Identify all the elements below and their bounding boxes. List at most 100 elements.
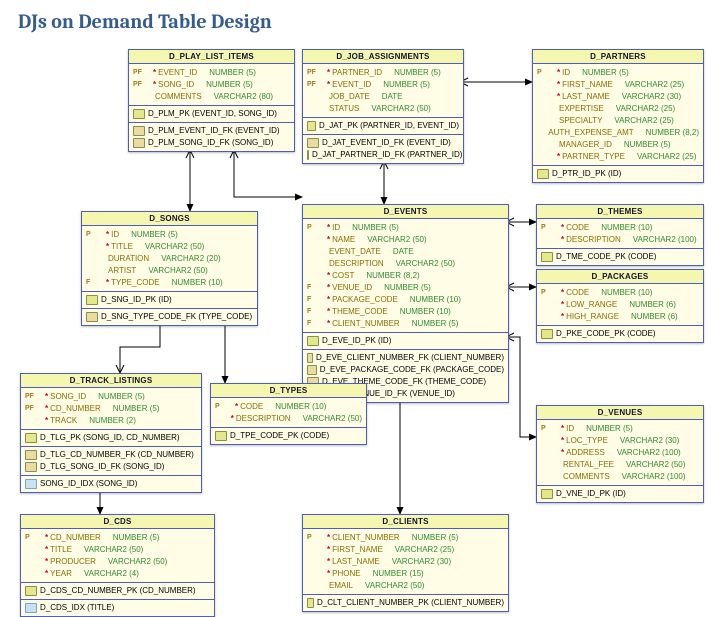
column-row: *ADDRESSVARCHAR2 (100) [541, 447, 699, 459]
column-type: NUMBER (5) [194, 79, 253, 91]
column-type: VARCHAR2 (25) [604, 103, 675, 115]
column-name: PARTNER_ID [332, 67, 382, 79]
entity-title: D_SONGS [82, 212, 257, 226]
entity-index-section: D_VNE_ID_PK (ID) [537, 485, 703, 502]
index-text: D_CDS_IDX (TITLE) [40, 602, 114, 614]
primary-key-icon [25, 586, 37, 596]
column-keys: P [541, 222, 559, 234]
column-name: ID [566, 423, 574, 435]
entity-columns: P*CD_NUMBERNUMBER (5)*TITLEVARCHAR2 (50)… [21, 529, 214, 582]
column-keys: F [307, 306, 325, 318]
required-marker: * [325, 222, 332, 234]
index-row: D_TME_CODE_PK (CODE) [541, 251, 699, 263]
entity-d-types[interactable]: D_TYPESP*CODENUMBER (10)*DESCRIPTIONVARC… [210, 383, 367, 445]
foreign-key-icon [307, 138, 319, 148]
column-keys: P [537, 67, 555, 79]
primary-key-icon [307, 598, 314, 608]
column-name: CLIENT_NUMBER [332, 532, 400, 544]
column-name: VENUE_ID [332, 282, 372, 294]
index-row: D_VNE_ID_PK (ID) [541, 488, 699, 500]
column-type: VARCHAR2 (30) [610, 91, 681, 103]
entity-title: D_EVENTS [303, 205, 508, 219]
entity-columns: P*CODENUMBER (10)*LOW_RANGENUMBER (6)*HI… [537, 284, 703, 325]
column-type: VARCHAR2 (80) [202, 91, 273, 103]
index-text: D_VNE_ID_PK (ID) [556, 488, 626, 500]
entity-d-cds[interactable]: D_CDSP*CD_NUMBERNUMBER (5)*TITLEVARCHAR2… [20, 514, 215, 617]
column-keys: PF [133, 79, 151, 91]
foreign-key-icon [133, 126, 145, 136]
column-row: P*CD_NUMBERNUMBER (5) [25, 532, 210, 544]
required-marker: * [325, 294, 332, 306]
entity-d-themes[interactable]: D_THEMESP*CODENUMBER (10)*DESCRIPTIONVAR… [536, 204, 704, 266]
column-keys: P [215, 401, 233, 413]
entity-d-play-list-items[interactable]: D_PLAY_LIST_ITEMSPF*EVENT_IDNUMBER (5)PF… [128, 49, 295, 152]
entity-d-events[interactable]: D_EVENTSP*IDNUMBER (5)*NAMEVARCHAR2 (50)… [302, 204, 509, 403]
index-text: D_SNG_ID_PK (ID) [101, 294, 172, 306]
entity-index-section: D_CDS_IDX (TITLE) [21, 599, 214, 616]
column-type: NUMBER (10) [398, 294, 461, 306]
column-type: NUMBER (5) [382, 67, 441, 79]
entity-index-section: D_JAT_PK (PARTNER_ID, EVENT_ID) [303, 117, 463, 134]
entity-d-job-assignments[interactable]: D_JOB_ASSIGNMENTSPF*PARTNER_IDNUMBER (5)… [302, 49, 464, 164]
entity-index-section: D_SNG_TYPE_CODE_FK (TYPE_CODE) [82, 308, 257, 325]
entity-d-track-listings[interactable]: D_TRACK_LISTINGSPF*SONG_IDNUMBER (5)PF*C… [20, 373, 202, 493]
entity-title: D_CDS [21, 515, 214, 529]
column-name: DESCRIPTION [566, 234, 621, 246]
column-type: NUMBER (5) [574, 423, 633, 435]
column-name: EVENT_ID [332, 79, 371, 91]
column-name: TITLE [50, 544, 72, 556]
required-marker: * [43, 403, 50, 415]
column-row: *NAMEVARCHAR2 (50) [307, 234, 504, 246]
index-text: D_TME_CODE_PK (CODE) [556, 251, 656, 263]
foreign-key-icon [25, 462, 37, 472]
column-name: LOW_RANGE [566, 299, 617, 311]
required-marker: * [555, 67, 562, 79]
required-marker: * [325, 270, 332, 282]
column-type: VARCHAR2 (50) [136, 265, 207, 277]
column-row: *TRACKNUMBER (2) [25, 415, 197, 427]
column-row: F*CLIENT_NUMBERNUMBER (5) [307, 318, 504, 330]
column-name: TYPE_CODE [111, 277, 159, 289]
entity-index-section: D_PLM_PK (EVENT_ID, SONG_ID) [129, 105, 294, 122]
column-type: VARCHAR2 (50) [614, 459, 685, 471]
column-row: PF*CD_NUMBERNUMBER (5) [25, 403, 197, 415]
index-text: D_PLM_PK (EVENT_ID, SONG_ID) [148, 108, 277, 120]
column-type: NUMBER (5) [400, 532, 459, 544]
entity-columns: P*IDNUMBER (5)*NAMEVARCHAR2 (50)EVENT_DA… [303, 219, 508, 332]
index-row: D_PLM_SONG_ID_FK (SONG_ID) [133, 137, 290, 149]
column-name: COMMENTS [563, 471, 610, 483]
column-type: VARCHAR2 (25) [383, 544, 454, 556]
column-name: CODE [566, 287, 589, 299]
required-marker: * [325, 79, 332, 91]
required-marker: * [559, 423, 566, 435]
entity-d-venues[interactable]: D_VENUESP*IDNUMBER (5)*LOC_TYPEVARCHAR2 … [536, 405, 704, 503]
primary-key-icon [307, 121, 316, 131]
column-name: EVENT_ID [158, 67, 197, 79]
entity-d-partners[interactable]: D_PARTNERSP*IDNUMBER (5)*FIRST_NAMEVARCH… [532, 49, 704, 183]
entity-d-packages[interactable]: D_PACKAGESP*CODENUMBER (10)*LOW_RANGENUM… [536, 269, 704, 343]
required-marker: * [104, 277, 111, 289]
primary-key-icon [537, 169, 549, 179]
foreign-key-icon [307, 353, 313, 363]
column-name: HIGH_RANGE [566, 311, 619, 323]
index-row: D_SNG_ID_PK (ID) [86, 294, 253, 306]
column-type: NUMBER (8,2) [634, 127, 699, 139]
index-row: D_TLG_PK (SONG_ID, CD_NUMBER) [25, 432, 197, 444]
index-text: D_TLG_SONG_ID_FK (SONG_ID) [40, 461, 164, 473]
entity-title: D_CLIENTS [303, 515, 508, 529]
entity-columns: PF*SONG_IDNUMBER (5)PF*CD_NUMBERNUMBER (… [21, 388, 201, 429]
index-row: SONG_ID_IDX (SONG_ID) [25, 478, 197, 490]
entity-d-songs[interactable]: D_SONGSP*IDNUMBER (5)*TITLEVARCHAR2 (50)… [81, 211, 258, 326]
column-row: *TITLEVARCHAR2 (50) [86, 241, 253, 253]
column-type: VARCHAR2 (50) [133, 241, 204, 253]
column-name: TITLE [111, 241, 133, 253]
entity-index-section: SONG_ID_IDX (SONG_ID) [21, 475, 201, 492]
column-name: ADDRESS [566, 447, 605, 459]
column-name: LAST_NAME [332, 556, 380, 568]
entity-d-clients[interactable]: D_CLIENTSP*CLIENT_NUMBERNUMBER (5)*FIRST… [302, 514, 509, 612]
entity-title: D_PACKAGES [537, 270, 703, 284]
entity-index-section: D_SNG_ID_PK (ID) [82, 291, 257, 308]
index-text: D_JAT_PK (PARTNER_ID, EVENT_ID) [319, 120, 459, 132]
entity-title: D_THEMES [537, 205, 703, 219]
required-marker: * [43, 568, 50, 580]
